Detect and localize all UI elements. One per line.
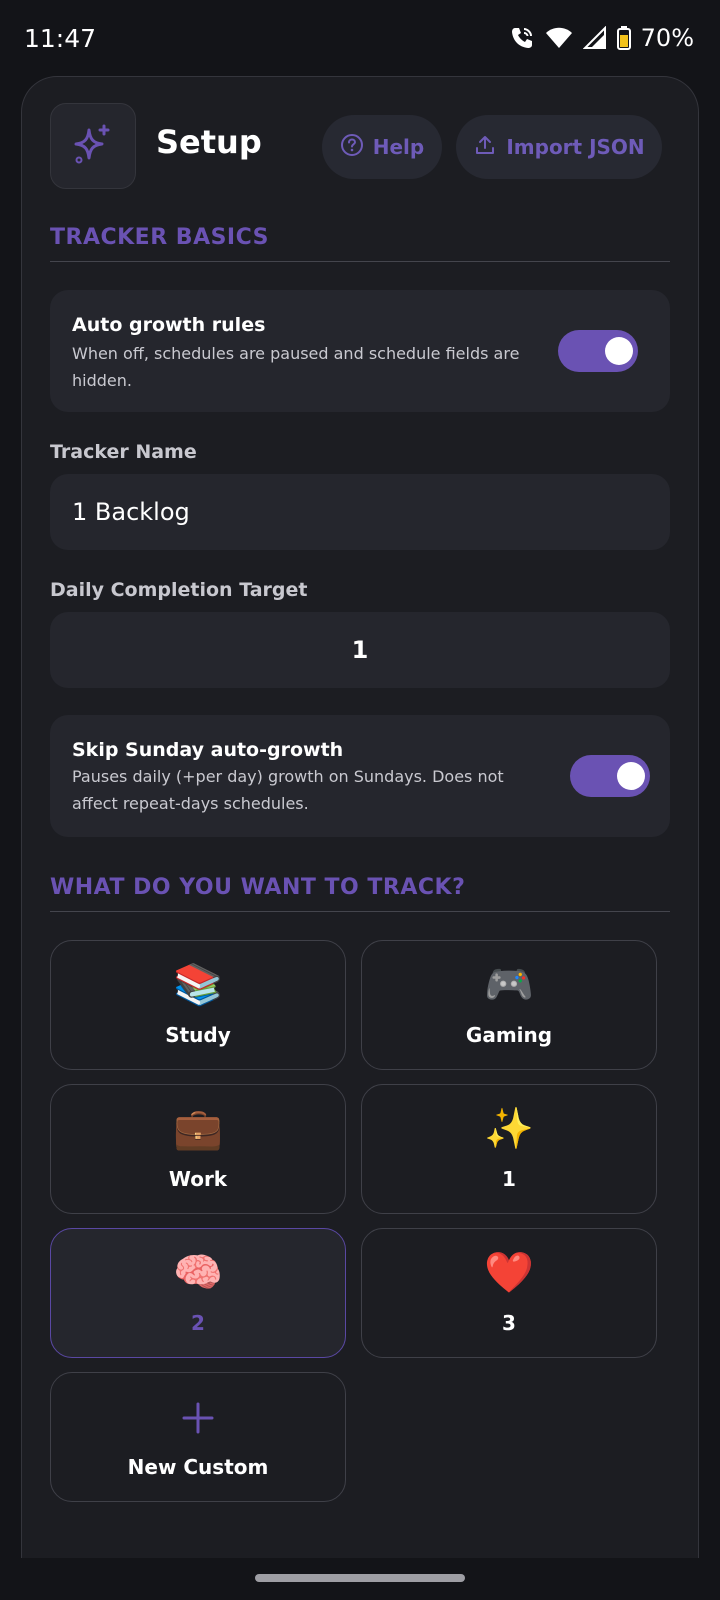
- tracker-name-label: Tracker Name: [50, 441, 197, 463]
- wifi-icon: [545, 26, 573, 50]
- section-title-track: WHAT DO YOU WANT TO TRACK?: [50, 875, 466, 900]
- auto-growth-title: Auto growth rules: [72, 314, 266, 336]
- category-tile-1[interactable]: ✨ 1: [361, 1084, 657, 1214]
- category-label: Gaming: [465, 1023, 553, 1047]
- battery-icon: [616, 26, 631, 50]
- brain-icon: 🧠: [173, 1250, 223, 1296]
- category-label: Study: [165, 1023, 231, 1047]
- upload-icon: [473, 133, 497, 162]
- help-label: Help: [372, 135, 425, 159]
- skip-sunday-toggle[interactable]: [570, 755, 650, 797]
- category-tile-2[interactable]: 🧠 2: [50, 1228, 346, 1358]
- setup-sheet: Setup Help Import JSON TRACKER BASICS Au…: [21, 76, 699, 1558]
- divider: [50, 261, 670, 262]
- setup-header: Setup Help Import JSON: [50, 103, 662, 189]
- daily-target-label: Daily Completion Target: [50, 579, 308, 601]
- category-label: 2: [191, 1311, 205, 1335]
- category-tile-new-custom[interactable]: New Custom: [50, 1372, 346, 1502]
- help-button[interactable]: Help: [322, 115, 442, 179]
- divider: [50, 911, 670, 912]
- status-time: 11:47: [24, 23, 97, 53]
- import-json-button[interactable]: Import JSON: [456, 115, 662, 179]
- category-tile-gaming[interactable]: 🎮 Gaming: [361, 940, 657, 1070]
- page-title: Setup: [156, 123, 262, 161]
- help-circle-icon: [340, 133, 364, 162]
- category-label: New Custom: [127, 1455, 269, 1479]
- toggle-knob: [617, 762, 645, 790]
- auto-growth-card: Auto growth rules When off, schedules ar…: [50, 290, 670, 412]
- skip-sunday-description: Pauses daily (+per day) growth on Sunday…: [72, 767, 504, 813]
- plus-icon: [51, 1393, 345, 1446]
- gamepad-icon: 🎮: [484, 962, 534, 1008]
- battery-percent: 70%: [640, 24, 694, 52]
- wifi-call-icon: [509, 25, 535, 51]
- category-label: 3: [502, 1311, 516, 1335]
- sparkle-icon: [71, 122, 115, 170]
- category-label: 1: [502, 1167, 516, 1191]
- auto-growth-toggle[interactable]: [558, 330, 638, 372]
- section-title-basics: TRACKER BASICS: [50, 225, 270, 250]
- auto-growth-description: When off, schedules are paused and sched…: [72, 344, 520, 390]
- heart-icon: ❤️: [484, 1250, 534, 1296]
- daily-target-input[interactable]: 1: [50, 612, 670, 688]
- home-indicator[interactable]: [255, 1574, 465, 1582]
- status-icons: 70%: [509, 24, 694, 52]
- category-tile-work[interactable]: 💼 Work: [50, 1084, 346, 1214]
- tracker-name-input[interactable]: 1 Backlog: [50, 474, 670, 550]
- category-tile-study[interactable]: 📚 Study: [50, 940, 346, 1070]
- toggle-knob: [605, 337, 633, 365]
- skip-sunday-title: Skip Sunday auto-growth: [72, 739, 344, 761]
- books-icon: 📚: [173, 962, 223, 1008]
- skip-sunday-card: Skip Sunday auto-growth Pauses daily (+p…: [50, 715, 670, 837]
- signal-icon: [582, 26, 607, 50]
- category-label: Work: [168, 1167, 228, 1191]
- status-bar: 11:47 70%: [0, 0, 720, 76]
- briefcase-icon: 💼: [173, 1106, 223, 1152]
- import-label: Import JSON: [506, 135, 645, 159]
- sparkles-icon: ✨: [484, 1106, 534, 1152]
- category-tile-3[interactable]: ❤️ 3: [361, 1228, 657, 1358]
- app-icon: [50, 103, 136, 189]
